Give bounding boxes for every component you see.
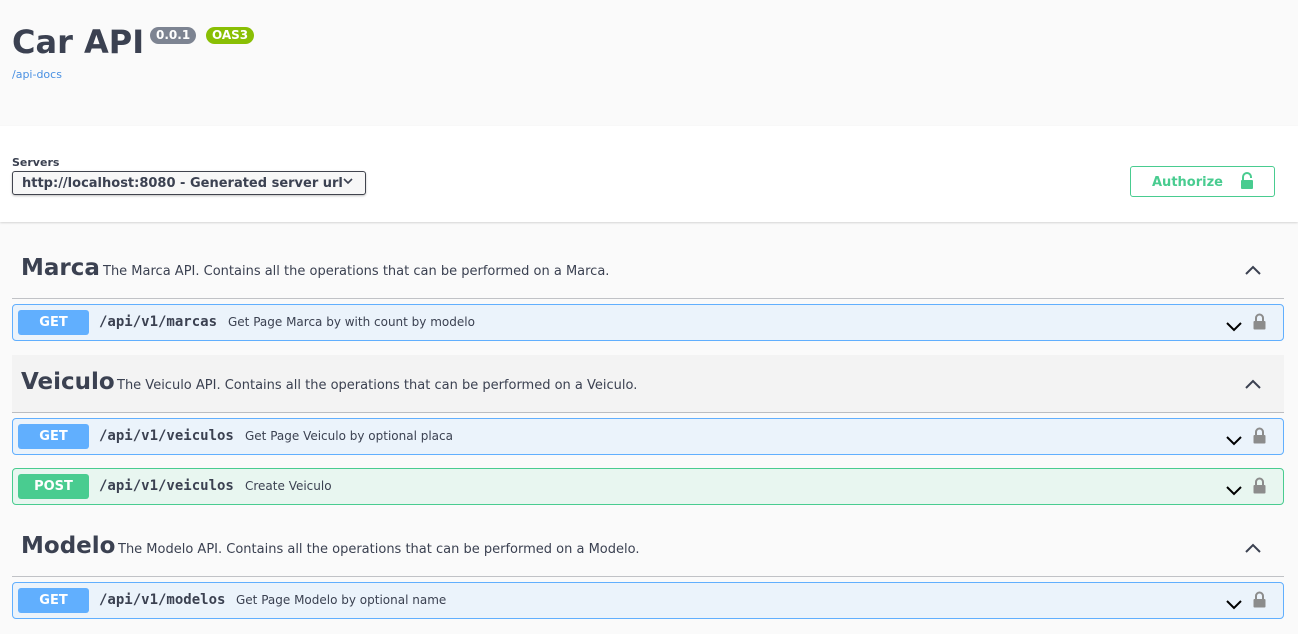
method-badge: GET [18,588,89,613]
operation-post-veiculos[interactable]: POST /api/v1/veiculos Create Veiculo [12,468,1284,505]
tag-veiculo-header[interactable]: Veiculo The Veiculo API. Contains all th… [12,355,1284,413]
api-docs-link[interactable]: /api-docs [12,68,62,81]
tag-description: The Modelo API. Contains all the operati… [118,542,640,557]
operation-summary: Get Page Modelo by optional name [236,593,447,607]
lock-icon[interactable] [1253,477,1266,498]
operation-get-modelos[interactable]: GET /api/v1/modelos Get Page Modelo by o… [12,582,1284,619]
servers-label: Servers [12,156,60,169]
tag-description: The Marca API. Contains all the operatio… [103,264,610,279]
operation-path: /api/v1/marcas [99,314,218,330]
tag-modelo-header[interactable]: Modelo The Modelo API. Contains all the … [12,519,1284,577]
chevron-up-icon[interactable] [1244,375,1262,394]
authorize-label: Authorize [1152,175,1223,190]
chevron-down-icon[interactable] [1226,595,1242,614]
method-badge: GET [18,424,89,449]
chevron-up-icon[interactable] [1244,539,1262,558]
chevron-down-icon[interactable] [1226,481,1242,500]
server-select-value: http://localhost:8080 - Generated server… [22,176,343,191]
tag-name: Marca [21,255,100,281]
tag-marca-header[interactable]: Marca The Marca API. Contains all the op… [12,241,1284,299]
tag-name: Veiculo [21,369,115,395]
oas-badge: OAS3 [206,27,255,44]
api-info: Car API 0.0.1 OAS3 /api-docs [12,0,1282,126]
operation-path: /api/v1/veiculos [99,478,234,494]
operation-summary: Get Page Marca by with count by modelo [228,315,475,329]
chevron-down-icon[interactable] [1226,431,1242,450]
lock-icon [1240,172,1254,194]
lock-icon[interactable] [1253,427,1266,448]
operation-summary: Create Veiculo [245,479,332,493]
servers-bar: Servers http://localhost:8080 - Generate… [0,126,1298,222]
tag-description: The Veiculo API. Contains all the operat… [117,378,638,393]
lock-icon[interactable] [1253,313,1266,334]
operation-summary: Get Page Veiculo by optional placa [245,429,453,443]
authorize-button[interactable]: Authorize [1130,166,1275,197]
method-badge: GET [18,310,89,335]
api-title: Car API [12,23,145,61]
tag-name: Modelo [21,533,116,559]
operation-get-marcas[interactable]: GET /api/v1/marcas Get Page Marca by wit… [12,304,1284,341]
chevron-down-icon [343,175,353,189]
server-select[interactable]: http://localhost:8080 - Generated server… [12,171,366,195]
operation-get-veiculos[interactable]: GET /api/v1/veiculos Get Page Veiculo by… [12,418,1284,455]
version-badge: 0.0.1 [150,27,197,44]
operation-path: /api/v1/veiculos [99,428,234,444]
chevron-up-icon[interactable] [1244,261,1262,280]
lock-icon[interactable] [1253,591,1266,612]
operation-path: /api/v1/modelos [99,592,226,608]
chevron-down-icon[interactable] [1226,317,1242,336]
method-badge: POST [18,474,89,499]
